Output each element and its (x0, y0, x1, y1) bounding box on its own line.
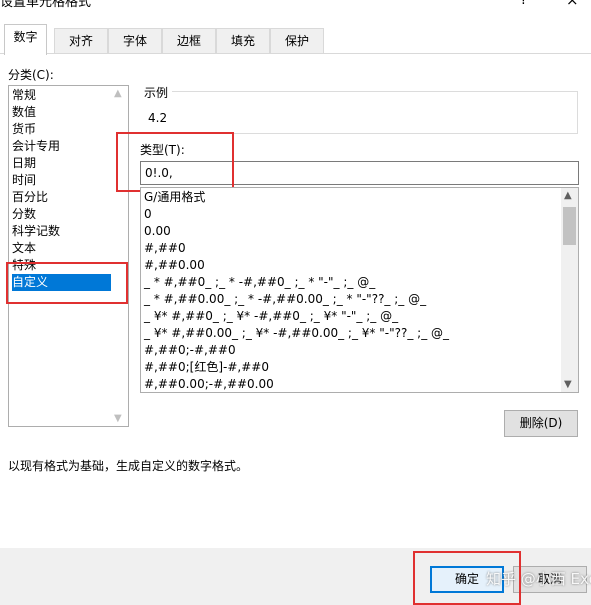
category-item-number[interactable]: 数值 (12, 104, 112, 121)
description-text: 以现有格式为基础，生成自定义的数字格式。 (8, 459, 249, 473)
delete-button[interactable]: 删除(D) (504, 410, 578, 437)
format-item[interactable]: 0 (144, 206, 562, 223)
category-item-fraction[interactable]: 分数 (12, 206, 112, 223)
sample-group-line (172, 91, 578, 92)
format-list[interactable]: G/通用格式 0 0.00 #,##0 #,##0.00 _ * #,##0_ … (140, 187, 579, 393)
category-item-general[interactable]: 常规 (12, 87, 112, 104)
scroll-up-icon[interactable]: ▲ (114, 88, 122, 99)
scroll-thumb[interactable] (563, 207, 576, 245)
category-item-date[interactable]: 日期 (12, 155, 112, 172)
scroll-up-icon[interactable]: ▲ (564, 190, 572, 201)
tab-divider (0, 53, 591, 54)
tab-font[interactable]: 字体 (108, 28, 162, 54)
ok-button[interactable]: 确定 (430, 566, 504, 593)
category-item-custom[interactable]: 自定义 (12, 274, 112, 291)
category-scrollbar[interactable]: ▲ ▼ (111, 86, 128, 426)
category-list[interactable]: 常规 数值 货币 会计专用 日期 时间 百分比 分数 科学记数 文本 特殊 自定… (8, 85, 129, 427)
format-item[interactable]: #,##0 (144, 240, 562, 257)
format-item[interactable]: 0.00 (144, 223, 562, 240)
format-scrollbar[interactable]: ▲ ▼ (561, 188, 578, 392)
scroll-down-icon[interactable]: ▼ (114, 413, 122, 424)
tab-strip: 数字 对齐 字体 边框 填充 保护 (0, 24, 591, 55)
category-label: 分类(C): (8, 68, 54, 82)
sample-label: 示例 (144, 84, 172, 101)
category-item-accounting[interactable]: 会计专用 (12, 138, 112, 155)
sample-group (140, 91, 578, 134)
category-item-special[interactable]: 特殊 (12, 257, 112, 274)
scroll-down-icon[interactable]: ▼ (564, 379, 572, 390)
category-item-scientific[interactable]: 科学记数 (12, 223, 112, 240)
window-title: 设置单元格格式 (0, 0, 92, 10)
close-icon[interactable]: × (566, 0, 579, 9)
format-item[interactable]: #,##0.00;-#,##0.00 (144, 376, 562, 392)
format-item[interactable]: _ * #,##0_ ;_ * -#,##0_ ;_ * "-"_ ;_ @_ (144, 274, 562, 291)
tab-number[interactable]: 数字 (4, 24, 47, 55)
category-item-percentage[interactable]: 百分比 (12, 189, 112, 206)
format-item[interactable]: _ * #,##0.00_ ;_ * -#,##0.00_ ;_ * "-"??… (144, 291, 562, 308)
format-item[interactable]: _ ¥* #,##0_ ;_ ¥* -#,##0_ ;_ ¥* "-"_ ;_ … (144, 308, 562, 325)
tab-border[interactable]: 边框 (162, 28, 216, 54)
category-item-time[interactable]: 时间 (12, 172, 112, 189)
type-label: 类型(T): (140, 143, 185, 157)
title-bar: 设置单元格格式 ? × (0, 0, 591, 14)
category-item-currency[interactable]: 货币 (12, 121, 112, 138)
tab-fill[interactable]: 填充 (216, 28, 270, 54)
cancel-button[interactable]: 取消 (513, 566, 587, 593)
category-item-text[interactable]: 文本 (12, 240, 112, 257)
tab-protection[interactable]: 保护 (270, 28, 324, 54)
format-item[interactable]: _ ¥* #,##0.00_ ;_ ¥* -#,##0.00_ ;_ ¥* "-… (144, 325, 562, 342)
type-input[interactable] (140, 161, 579, 185)
format-item[interactable]: #,##0;[红色]-#,##0 (144, 359, 562, 376)
format-item[interactable]: #,##0.00 (144, 257, 562, 274)
tab-alignment[interactable]: 对齐 (54, 28, 108, 54)
sample-value: 4.2 (148, 111, 168, 125)
format-item[interactable]: #,##0;-#,##0 (144, 342, 562, 359)
help-icon[interactable]: ? (520, 0, 527, 8)
format-item[interactable]: G/通用格式 (144, 189, 562, 206)
